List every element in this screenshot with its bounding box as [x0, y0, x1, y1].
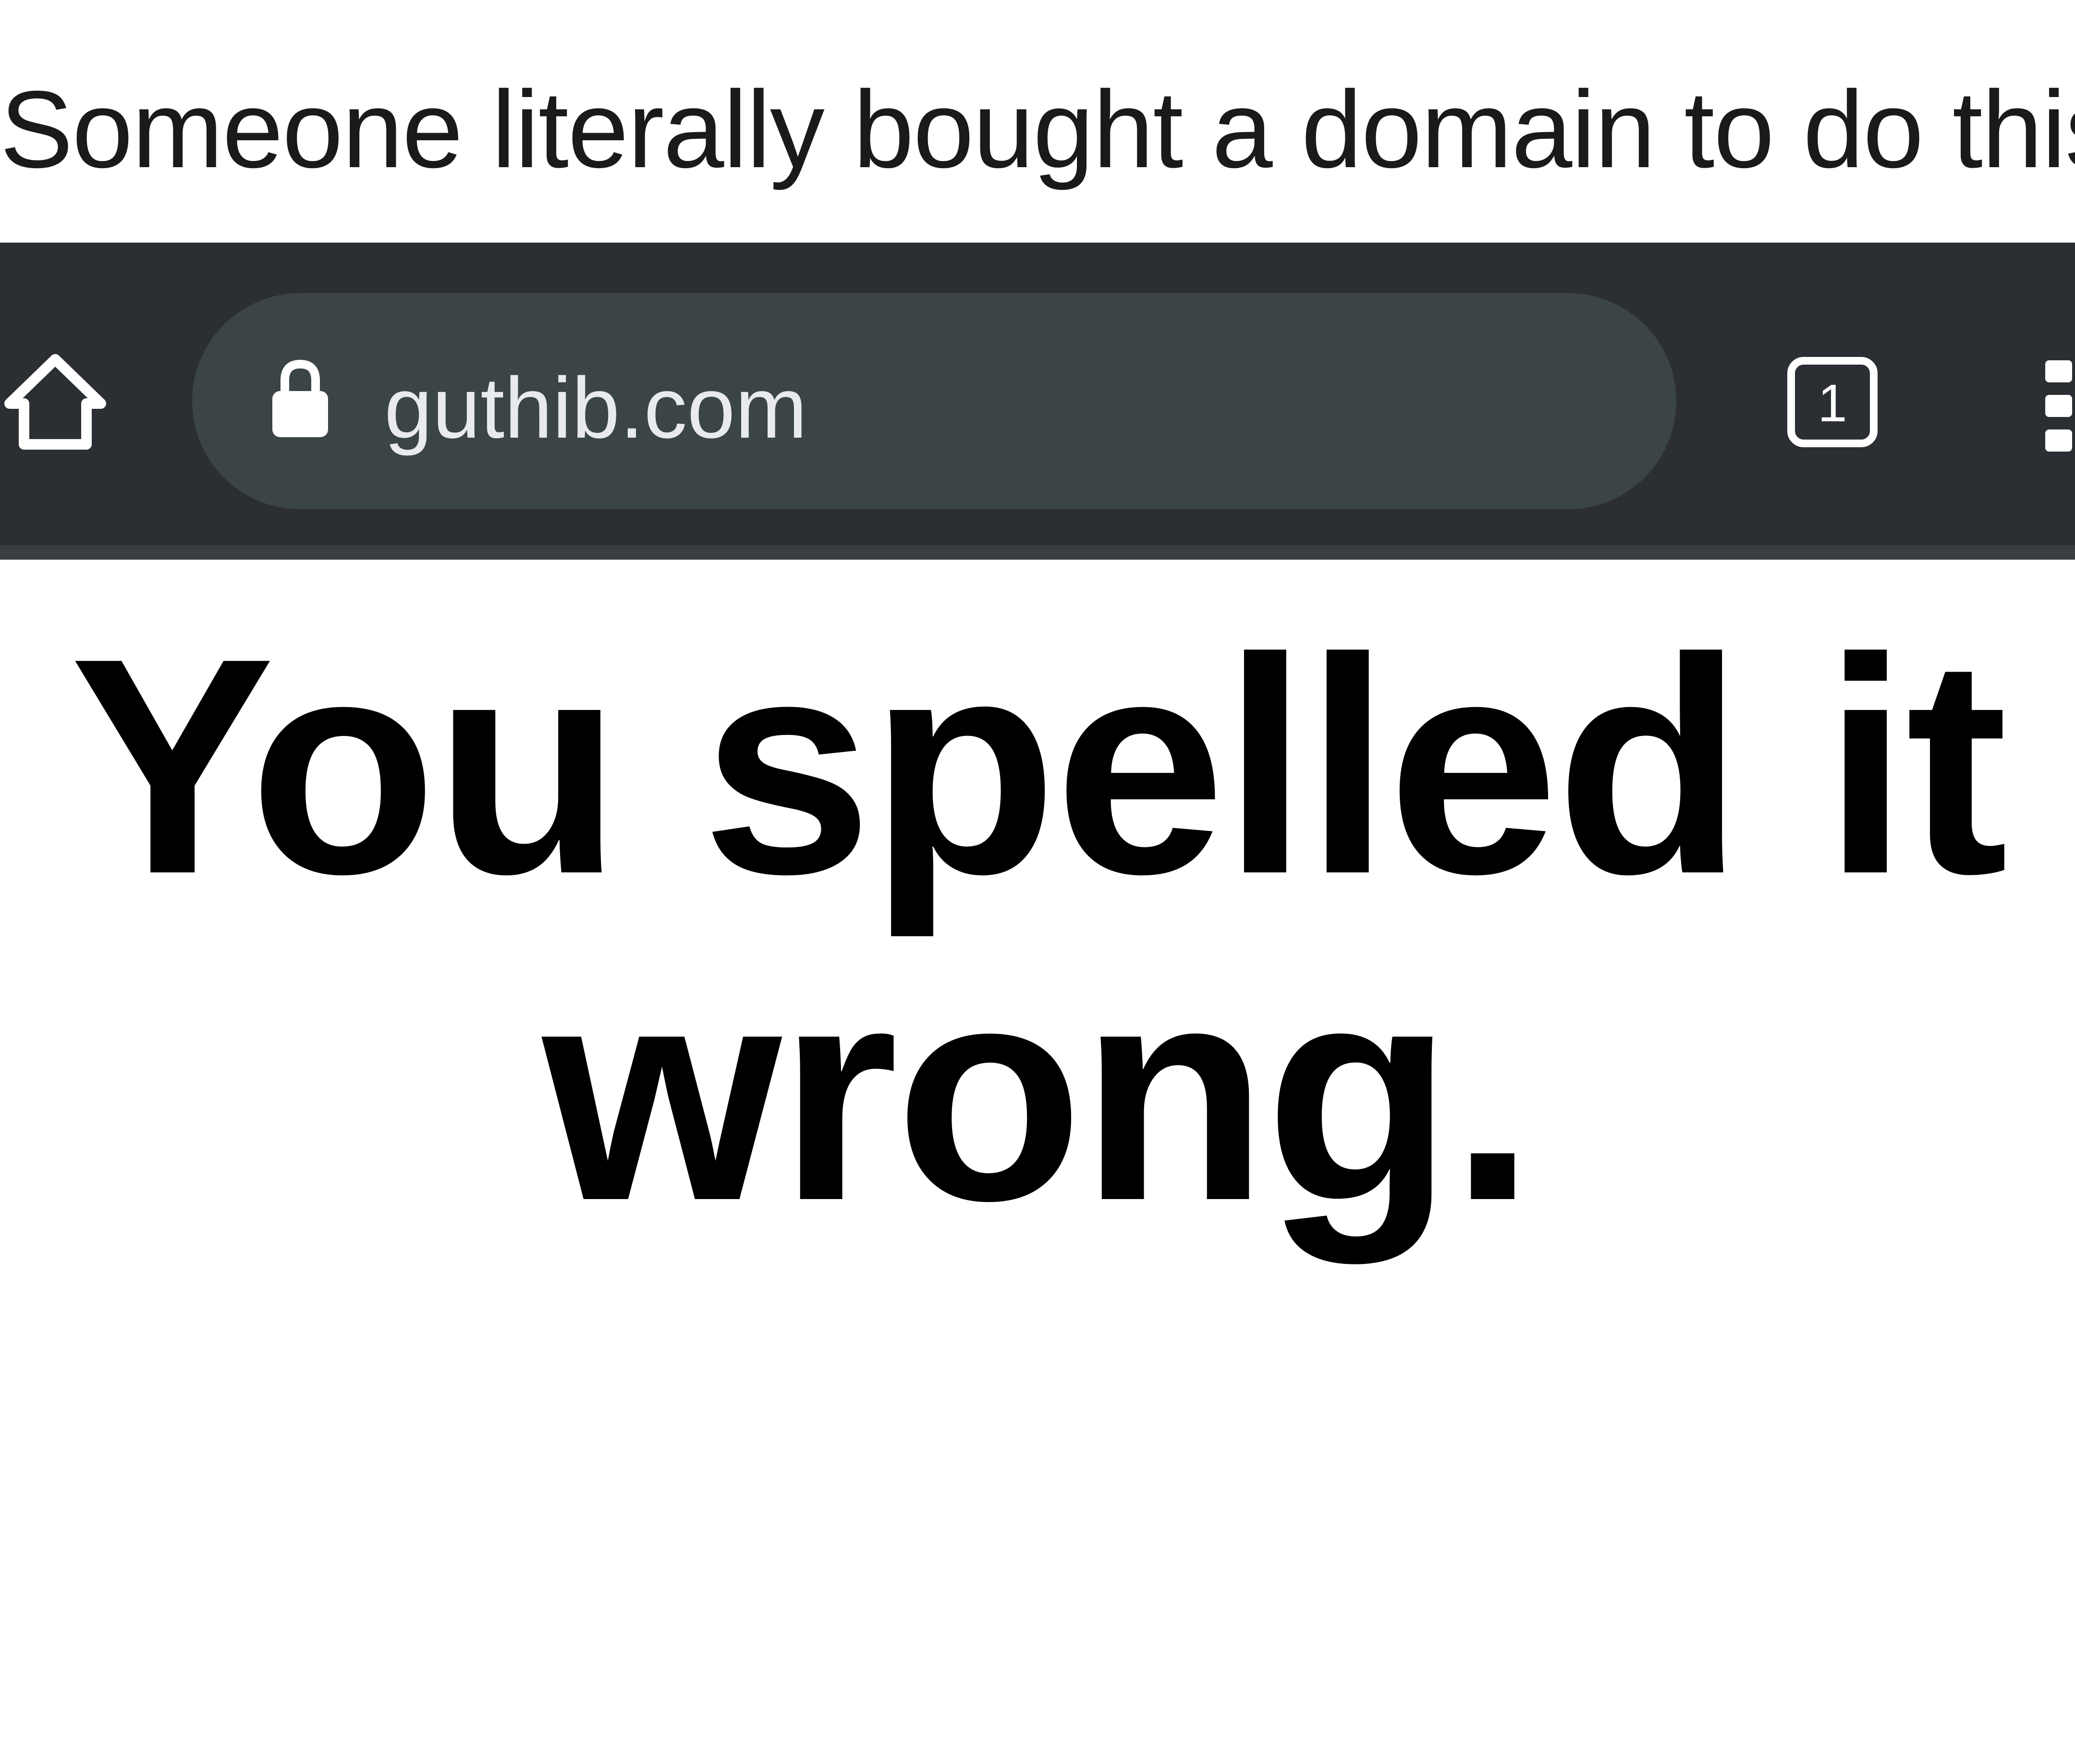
overflow-menu-button[interactable] — [2032, 351, 2075, 461]
headline-line-2: wrong. — [542, 921, 1536, 1264]
overflow-menu-icon — [2045, 360, 2072, 452]
tab-count: 1 — [1818, 374, 1847, 433]
tab-switcher-icon: 1 — [1787, 357, 1878, 447]
lock-icon[interactable] — [267, 355, 334, 442]
headline-line-1: You spelled it — [70, 594, 2008, 938]
post-caption: Someone literally bought a domain to do … — [0, 69, 2075, 191]
toolbar-divider — [0, 545, 2075, 560]
home-button[interactable] — [0, 346, 110, 456]
url-text[interactable]: guthib.com — [384, 358, 807, 459]
home-icon — [4, 354, 106, 450]
page-headline: You spelled it wrong. — [0, 603, 2075, 1256]
tab-switcher-button[interactable]: 1 — [1784, 354, 1880, 450]
